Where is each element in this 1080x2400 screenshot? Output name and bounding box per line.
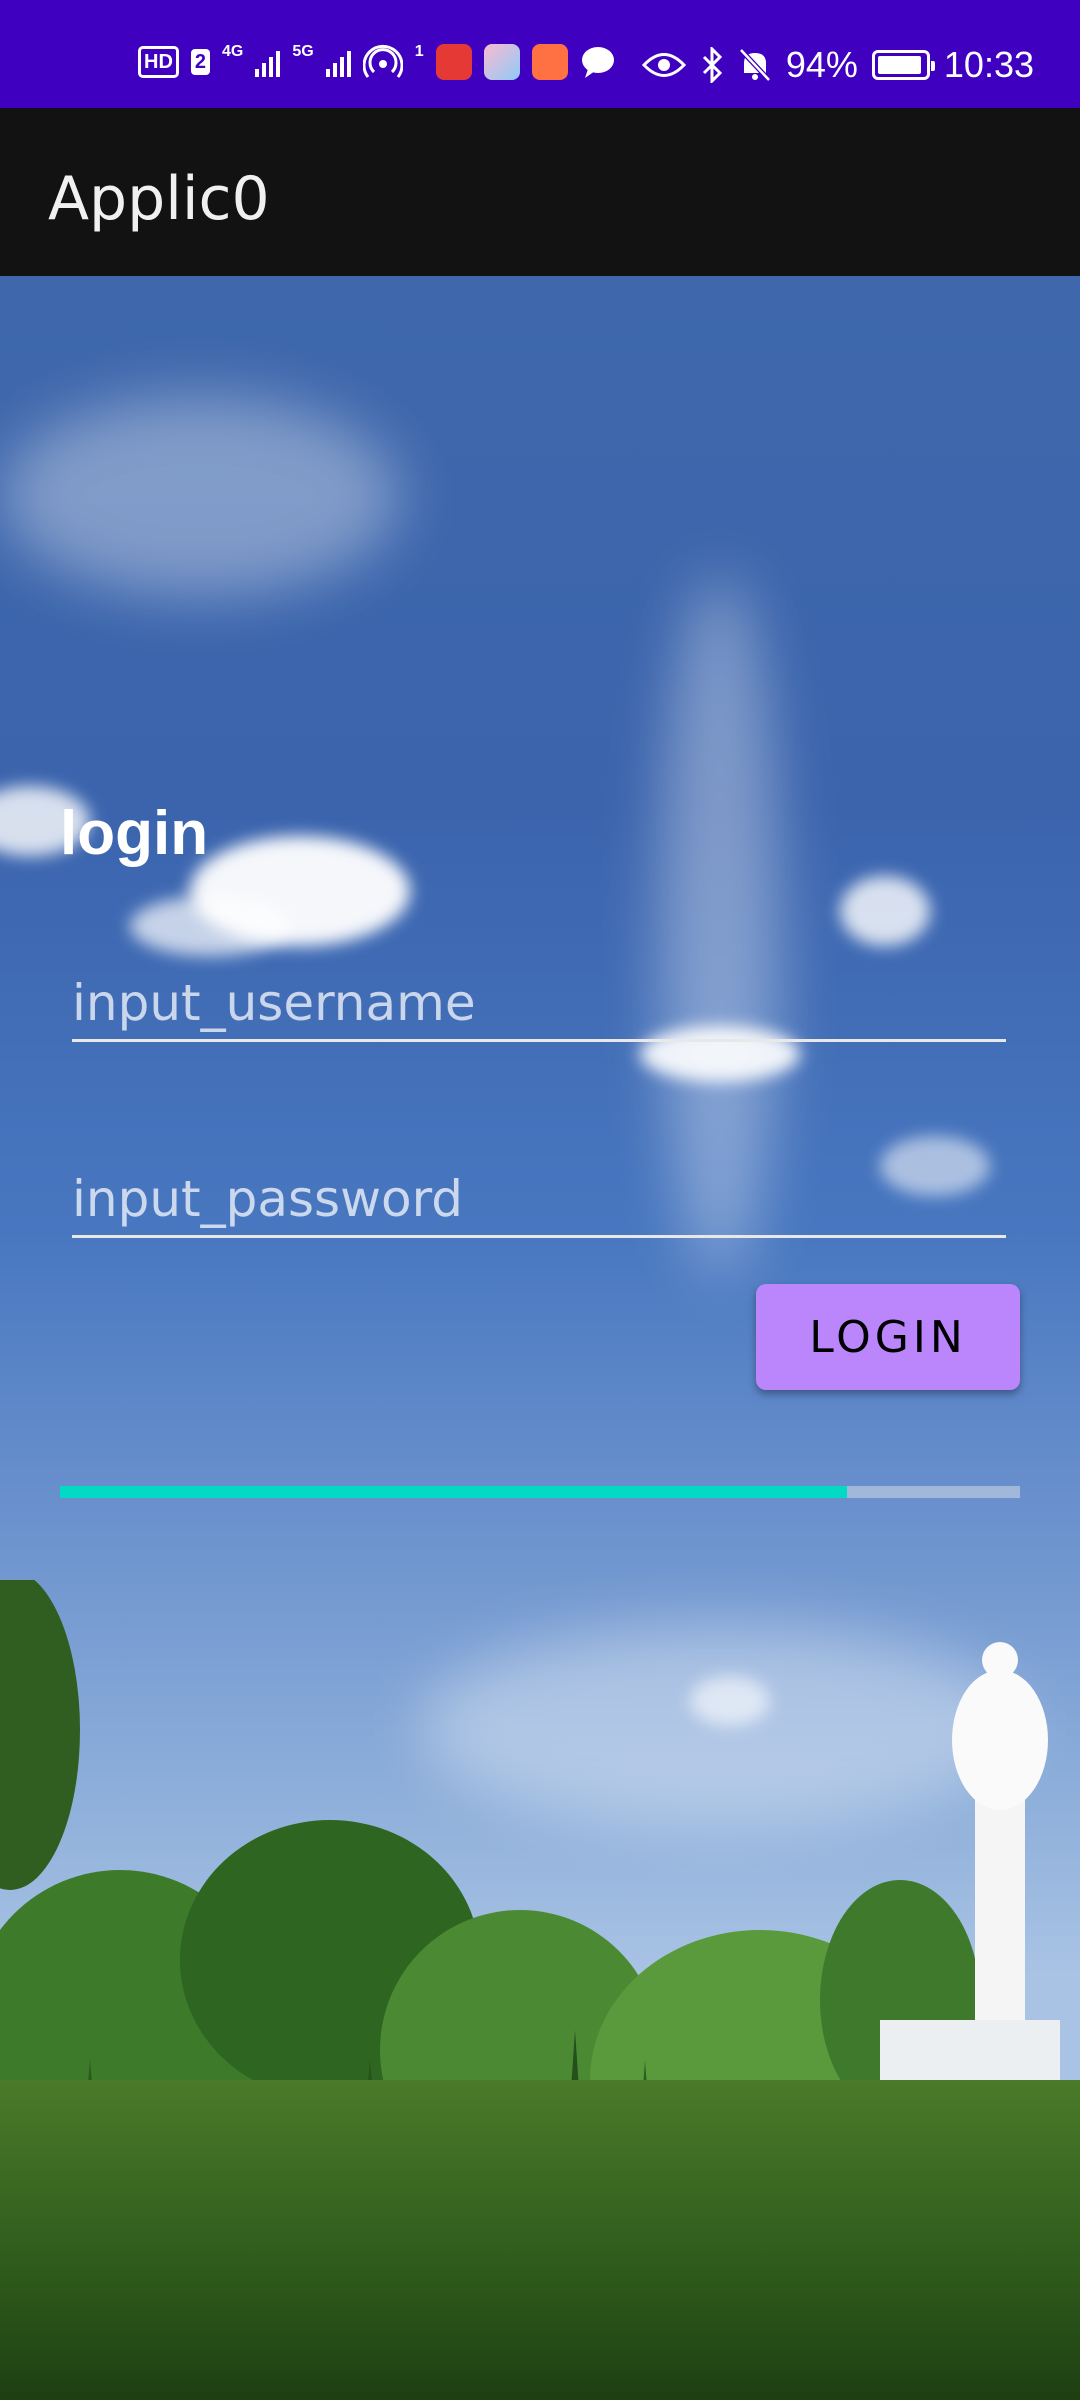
lawn xyxy=(0,2080,1080,2400)
hotspot-count: 1 xyxy=(414,43,424,60)
sim-icon: 2 xyxy=(190,49,211,75)
login-title: login xyxy=(60,799,209,868)
signal-strength-icon-2 xyxy=(325,47,351,77)
gallery-app-icon xyxy=(483,44,520,80)
cloud xyxy=(840,876,930,946)
network-type-label: 4G xyxy=(222,43,244,60)
progress-bar xyxy=(60,1486,1020,1498)
clock: 10:33 xyxy=(943,44,1034,85)
app-bar: Applic0 xyxy=(0,108,1080,276)
login-button[interactable]: LOGIN xyxy=(756,1284,1020,1390)
reading-app-icon xyxy=(435,44,472,80)
app-title: Applic0 xyxy=(48,164,270,234)
network-type-label-2: 5G xyxy=(292,43,314,60)
hd-voice-icon: HD xyxy=(138,46,179,78)
chat-bubble-icon xyxy=(581,47,614,78)
mute-bell-icon xyxy=(739,48,771,82)
signal-strength-icon xyxy=(255,47,281,77)
cloud xyxy=(130,896,290,956)
health-app-icon xyxy=(531,44,568,80)
battery-icon xyxy=(871,50,935,80)
username-input[interactable] xyxy=(72,966,1006,1042)
eye-comfort-icon xyxy=(641,53,686,77)
progress-bar-fill xyxy=(60,1486,848,1498)
hotspot-icon xyxy=(362,44,403,78)
status-left-icons: HD 2 4G 5G 1 xyxy=(138,44,616,80)
bluetooth-icon xyxy=(702,47,722,83)
cloud-wisp xyxy=(0,396,400,596)
status-bar: HD 2 4G 5G 1 94% 10:33 xyxy=(0,0,1080,108)
battery-percent: 94% xyxy=(785,44,858,85)
password-input[interactable] xyxy=(72,1162,1006,1238)
battery-level xyxy=(877,56,922,74)
status-right-icons: 94% 10:33 xyxy=(641,44,1034,86)
